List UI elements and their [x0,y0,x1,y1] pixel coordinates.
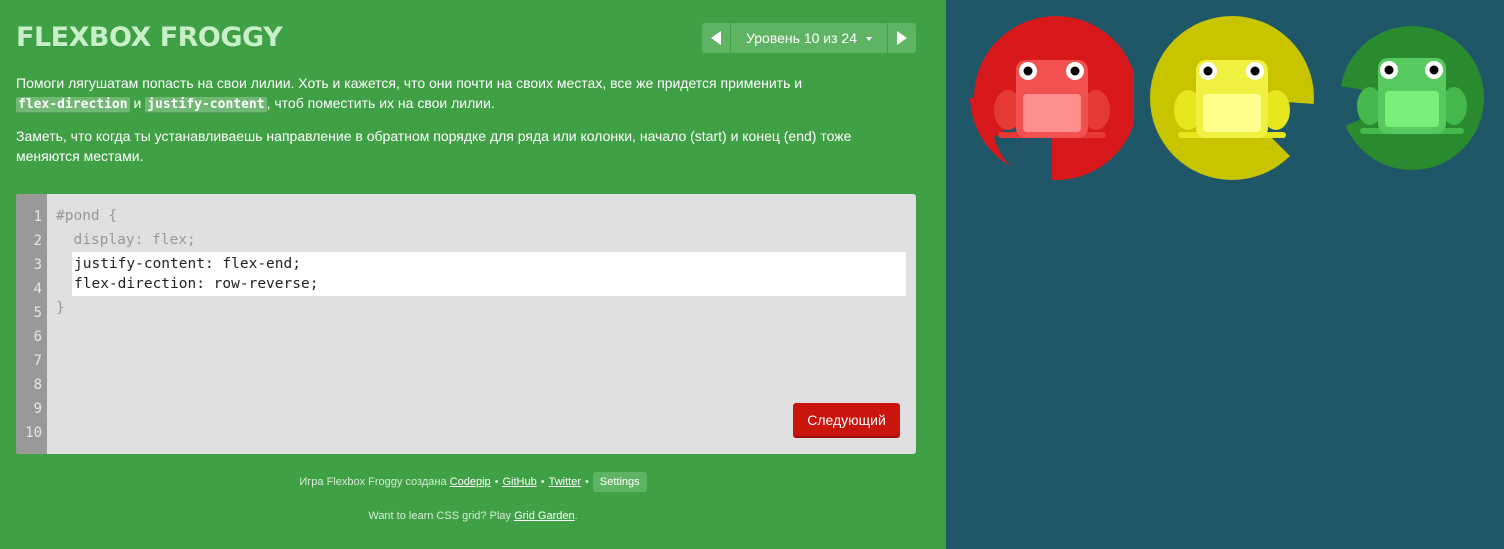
pond-board [946,0,1504,549]
promo-suffix: . [574,510,578,522]
frog-green-left-pupil [1384,65,1394,75]
credits-line: Игра Flexbox Froggy создана Codepip • GitH… [0,472,946,493]
instructions-text: и [133,94,142,111]
previous-level-button[interactable] [702,23,731,53]
code-input-line-1[interactable]: justify-content: flex-end; [74,256,301,272]
separator-dot: • [494,476,499,488]
frog-green-right-pupil [1429,65,1439,75]
line-number: 2 [33,233,42,249]
grid-garden-promo: Want to learn CSS grid? Play Grid Garden… [0,510,946,522]
line-number: 1 [33,209,42,225]
github-link[interactable]: GitHub [503,476,537,488]
line-number: 7 [33,353,42,369]
line-number: 10 [25,425,42,441]
settings-button[interactable]: Settings [592,472,647,493]
twitter-link[interactable]: Twitter [549,476,581,488]
separator-dot: • [540,476,545,488]
level-dropdown[interactable]: Уровень 10 из 24 [731,23,887,53]
game-title: FLEXBOX FROGGY [16,22,283,53]
line-number: 8 [33,377,42,393]
codepip-link[interactable]: Codepip [450,476,491,488]
frog-red-belly [1023,94,1081,132]
code-line-display: display: flex; [56,232,196,248]
separator-dot: • [585,476,589,488]
arrow-right-icon [897,31,907,45]
frog-red-left-pupil [1023,66,1033,76]
next-level-button[interactable] [887,23,916,53]
line-number-gutter: 1 2 3 4 5 6 7 8 9 10 [16,194,47,454]
line-number: 9 [33,401,42,417]
frog-green-belly [1385,91,1439,127]
level-navigation: Уровень 10 из 24 [702,23,916,53]
frog-yellow-belly [1203,94,1261,132]
lilypad-red [970,16,1134,180]
grid-garden-link[interactable]: Grid Garden [514,510,575,522]
arrow-left-icon [711,31,721,45]
line-number: 3 [33,257,42,273]
instructions-text: Помоги лягушатам попасть на свои лилии. … [16,75,803,91]
caret-down-icon [865,36,872,41]
code-term-justify-content: justify-content [145,96,267,113]
frog-red-right-pupil [1070,66,1080,76]
lilypad-yellow [1150,16,1314,180]
code-line-selector: #pond { [56,208,118,224]
promo-text: Want to learn CSS grid? Play [368,510,511,522]
frog-yellow-left-pupil [1203,66,1213,76]
credits-text: Игра Flexbox Froggy создана [299,476,447,488]
lilypad-green [1336,26,1484,170]
instructions-text: , чтоб поместить их на свои лилии. [266,94,495,111]
code-term-flex-direction: flex-direction [16,96,130,113]
code-line-closing-brace: } [56,300,65,316]
instructions-paragraph-2: Заметь, что когда ты устанавливаешь напр… [16,128,852,164]
next-button[interactable]: Следующий [793,403,900,438]
frog-yellow-right-pupil [1250,66,1260,76]
line-number: 5 [33,305,42,321]
instructions-paragraph-1: Помоги лягушатам попасть на свои лилии. … [16,74,896,114]
code-input-line-2[interactable]: flex-direction: row-reverse; [74,276,318,292]
app: FLEXBOX FROGGY Уровень 10 из 24 Помоги л… [0,0,1504,549]
level-label: Уровень 10 из 24 [746,30,857,46]
line-number: 4 [33,281,42,297]
line-number: 6 [33,329,42,345]
code-editor: 1 2 3 4 5 6 7 8 9 10 #pond { display: fl… [16,194,916,454]
sidebar: FLEXBOX FROGGY Уровень 10 из 24 Помоги л… [0,0,946,549]
